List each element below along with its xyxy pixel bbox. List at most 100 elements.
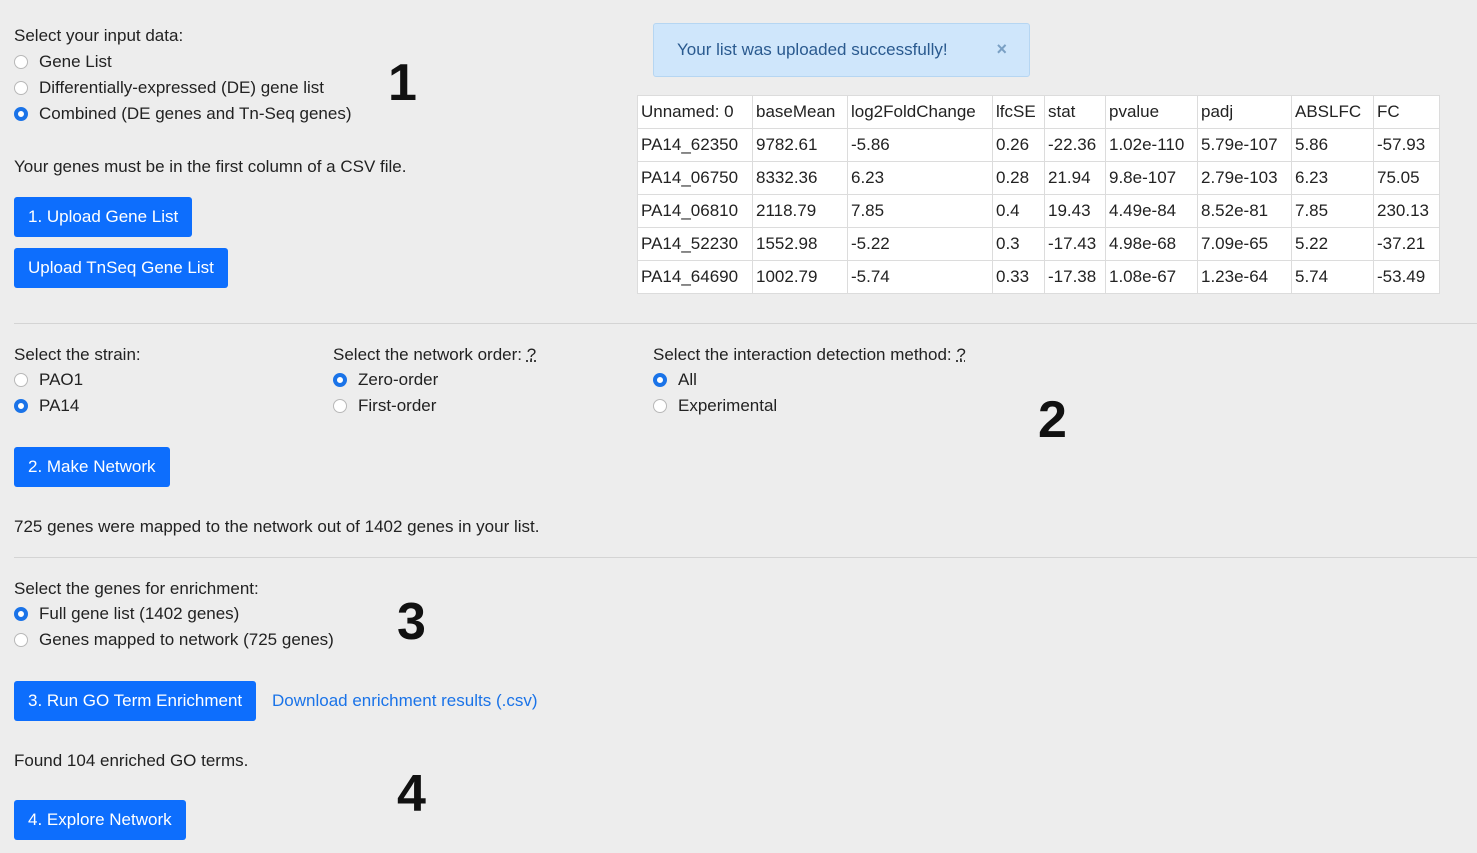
radio-circle-selected[interactable] xyxy=(653,373,667,387)
radio-circle[interactable] xyxy=(14,633,28,647)
table-cell: 19.43 xyxy=(1044,194,1106,228)
column-header: FC xyxy=(1373,95,1440,129)
radio-label: Full gene list (1402 genes) xyxy=(39,604,240,623)
radio-label: Differentially-expressed (DE) gene list xyxy=(39,78,325,97)
table-cell: 0.33 xyxy=(992,260,1045,294)
radio-label: PA14 xyxy=(39,396,80,415)
table-cell: 0.4 xyxy=(992,194,1045,228)
gene-data-table: Unnamed: 0 baseMean log2FoldChange lfcSE… xyxy=(637,95,1440,294)
table-cell: 6.23 xyxy=(847,161,993,195)
table-cell: 230.13 xyxy=(1373,194,1440,228)
radio-circle-selected[interactable] xyxy=(14,607,28,621)
table-cell: -5.74 xyxy=(847,260,993,294)
table-cell: 21.94 xyxy=(1044,161,1106,195)
table-row: PA14_62350 9782.61 -5.86 0.26 -22.36 1.0… xyxy=(637,128,1440,162)
detection-method-label: Select the interaction detection method: xyxy=(653,345,952,364)
radio-strain-pao1[interactable]: PAO1 xyxy=(14,367,83,393)
radio-de-gene-list[interactable]: Differentially-expressed (DE) gene list xyxy=(14,75,351,101)
radio-combined[interactable]: Combined (DE genes and Tn-Seq genes) xyxy=(14,101,351,127)
table-row: PA14_52230 1552.98 -5.22 0.3 -17.43 4.98… xyxy=(637,227,1440,261)
radio-strain-pa14[interactable]: PA14 xyxy=(14,393,83,419)
radio-circle[interactable] xyxy=(14,81,28,95)
table-row: PA14_64690 1002.79 -5.74 0.33 -17.38 1.0… xyxy=(637,260,1440,294)
table-cell: 5.79e-107 xyxy=(1197,128,1292,162)
enriched-terms-text: Found 104 enriched GO terms. xyxy=(14,751,249,770)
radio-zero-order[interactable]: Zero-order xyxy=(333,367,438,393)
radio-circle-selected[interactable] xyxy=(333,373,347,387)
radio-full-gene-list[interactable]: Full gene list (1402 genes) xyxy=(14,601,334,627)
table-cell: 7.85 xyxy=(1291,194,1374,228)
radio-label: PAO1 xyxy=(39,370,84,389)
radio-label: Combined (DE genes and Tn-Seq genes) xyxy=(39,104,352,123)
column-header: pvalue xyxy=(1105,95,1198,129)
radio-circle[interactable] xyxy=(14,55,28,69)
radio-circle-selected[interactable] xyxy=(14,399,28,413)
alert-message: Your list was uploaded successfully! xyxy=(677,40,948,59)
table-cell: 8332.36 xyxy=(752,161,848,195)
radio-label: Genes mapped to network (725 genes) xyxy=(39,630,334,649)
table-cell: -22.36 xyxy=(1044,128,1106,162)
strain-prompt: Select the strain: xyxy=(14,345,141,364)
radio-circle-selected[interactable] xyxy=(14,107,28,121)
table-cell: 1.02e-110 xyxy=(1105,128,1198,162)
close-icon[interactable]: × xyxy=(996,39,1007,60)
column-header: stat xyxy=(1044,95,1106,129)
radio-mapped-genes[interactable]: Genes mapped to network (725 genes) xyxy=(14,627,334,653)
table-cell: 0.3 xyxy=(992,227,1045,261)
table-cell: 2118.79 xyxy=(752,194,848,228)
strain-radio-group: PAO1 PA14 xyxy=(14,367,83,419)
download-enrichment-link[interactable]: Download enrichment results (.csv) xyxy=(272,691,537,711)
table-cell: -17.43 xyxy=(1044,227,1106,261)
table-cell: 1002.79 xyxy=(752,260,848,294)
input-data-radio-group: Gene List Differentially-expressed (DE) … xyxy=(14,49,351,127)
table-cell: 7.85 xyxy=(847,194,993,228)
table-row: PA14_06810 2118.79 7.85 0.4 19.43 4.49e-… xyxy=(637,194,1440,228)
upload-tnseq-button[interactable]: Upload TnSeq Gene List xyxy=(14,248,228,288)
table-cell: -5.22 xyxy=(847,227,993,261)
table-cell: PA14_62350 xyxy=(637,128,753,162)
radio-method-experimental[interactable]: Experimental xyxy=(653,393,777,419)
input-data-prompt: Select your input data: xyxy=(14,26,184,45)
help-icon[interactable]: ? xyxy=(956,345,965,364)
network-order-label: Select the network order: xyxy=(333,345,522,364)
column-header: ABSLFC xyxy=(1291,95,1374,129)
radio-first-order[interactable]: First-order xyxy=(333,393,438,419)
step-marker-3: 3 xyxy=(397,593,426,651)
table-cell: 0.28 xyxy=(992,161,1045,195)
step-marker-4: 4 xyxy=(397,765,426,823)
mapped-genes-text: 725 genes were mapped to the network out… xyxy=(14,517,540,536)
enrichment-radio-group: Full gene list (1402 genes) Genes mapped… xyxy=(14,601,334,653)
enrichment-genes-prompt: Select the genes for enrichment: xyxy=(14,579,259,598)
table-cell: PA14_06810 xyxy=(637,194,753,228)
run-go-enrichment-button[interactable]: 3. Run GO Term Enrichment xyxy=(14,681,257,721)
radio-gene-list[interactable]: Gene List xyxy=(14,49,351,75)
table-cell: 5.74 xyxy=(1291,260,1374,294)
table-header-row: Unnamed: 0 baseMean log2FoldChange lfcSE… xyxy=(637,95,1440,129)
table-row: PA14_06750 8332.36 6.23 0.28 21.94 9.8e-… xyxy=(637,161,1440,195)
radio-label: First-order xyxy=(358,396,437,415)
table-cell: 7.09e-65 xyxy=(1197,227,1292,261)
radio-method-all[interactable]: All xyxy=(653,367,777,393)
upload-gene-list-button[interactable]: 1. Upload Gene List xyxy=(14,197,193,237)
column-header: log2FoldChange xyxy=(847,95,993,129)
radio-circle[interactable] xyxy=(14,373,28,387)
detection-method-radio-group: All Experimental xyxy=(653,367,777,419)
table-cell: 4.49e-84 xyxy=(1105,194,1198,228)
table-cell: 6.23 xyxy=(1291,161,1374,195)
explore-network-button[interactable]: 4. Explore Network xyxy=(14,800,186,840)
network-order-prompt: Select the network order: ? xyxy=(333,345,536,365)
column-header: baseMean xyxy=(752,95,848,129)
help-icon[interactable]: ? xyxy=(527,345,536,364)
step-marker-1: 1 xyxy=(388,54,417,112)
section-divider xyxy=(14,323,1477,324)
make-network-button[interactable]: 2. Make Network xyxy=(14,447,170,487)
table-cell: 1552.98 xyxy=(752,227,848,261)
radio-circle[interactable] xyxy=(333,399,347,413)
table-cell: 1.23e-64 xyxy=(1197,260,1292,294)
csv-note: Your genes must be in the first column o… xyxy=(14,157,407,176)
upload-success-alert: Your list was uploaded successfully! × xyxy=(653,23,1030,77)
column-header: lfcSE xyxy=(992,95,1045,129)
table-cell: 5.86 xyxy=(1291,128,1374,162)
radio-circle[interactable] xyxy=(653,399,667,413)
table-cell: -17.38 xyxy=(1044,260,1106,294)
